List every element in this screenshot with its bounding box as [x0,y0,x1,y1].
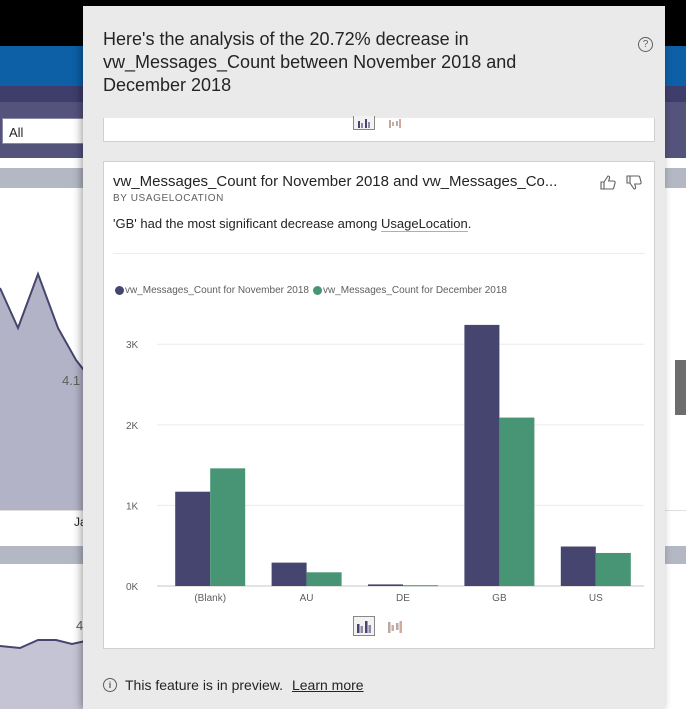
panel-title: Here's the analysis of the 20.72% decrea… [103,29,517,95]
x-tick-label: AU [300,593,314,604]
background-data-label: 4.1 [62,373,81,388]
y-tick-label: 3K [126,340,139,351]
y-tick-label: 1K [126,501,139,512]
x-tick-label: DE [396,593,410,604]
x-tick-label: US [589,593,603,604]
legend-swatch-december [312,286,322,295]
insight-explanation: 'GB' had the most significant decrease a… [113,216,472,232]
preview-text: This feature is in preview. [125,677,283,693]
insight-card-subtitle: BY USAGELOCATION [113,193,224,204]
legend-item-december[interactable]: vw_Messages_Count for December 2018 [312,285,507,296]
explanation-text: 'GB' had the most significant decrease a… [113,216,381,231]
question-circle-icon[interactable]: ? [638,37,653,52]
waterfall-chart-icon[interactable] [384,116,406,130]
waterfall-chart-icon[interactable] [384,616,406,636]
bar [595,552,631,586]
x-tick-label: GB [492,593,507,604]
bar [175,491,211,586]
insight-card: vw_Messages_Count for November 2018 and … [103,161,655,649]
visual-type-switch [353,616,406,636]
thumbs-up-icon[interactable] [600,175,617,195]
info-icon: i [103,678,117,692]
legend-swatch-november [115,286,124,295]
thumbs-down-icon[interactable] [626,175,643,195]
x-tick-label: (Blank) [194,593,226,604]
card-divider [113,253,645,254]
bar [499,417,535,586]
previous-insight-card [103,116,655,142]
feedback-buttons [600,175,643,195]
y-tick-label: 2K [126,421,139,432]
chart-legend: vw_Messages_Count for November 2018 vw_M… [115,285,507,296]
area-series [0,274,90,510]
bar [210,468,246,586]
insight-card-title: vw_Messages_Count for November 2018 and … [113,173,558,190]
filter-select[interactable]: All [2,118,86,144]
scrollbar-thumb[interactable] [675,360,686,415]
clustered-column-chart-icon[interactable] [353,616,375,636]
legend-label-november: vw_Messages_Count for November 2018 [125,285,309,296]
clustered-column-chart-icon[interactable] [353,116,375,130]
bar [464,324,500,586]
legend-item-november[interactable]: vw_Messages_Count for November 2018 [115,285,309,296]
bar [306,572,342,586]
bar [368,584,403,586]
legend-label-december: vw_Messages_Count for December 2018 [322,285,507,296]
learn-more-link[interactable]: Learn more [292,677,364,693]
bar [560,546,596,586]
insights-panel: Here's the analysis of the 20.72% decrea… [83,6,665,709]
area-series-2 [0,640,90,709]
explanation-end: . [467,216,472,231]
bar [403,585,438,587]
y-tick-label: 0K [126,582,139,593]
clustered-bar-chart[interactable]: 0K 1K 2K 3K (Blank) AU DE GB US [104,312,656,612]
field-link[interactable]: UsageLocation [381,216,468,232]
previous-card-visual-switch [353,116,406,130]
preview-notice: i This feature is in preview. Learn more [103,677,364,693]
bar [271,562,307,586]
